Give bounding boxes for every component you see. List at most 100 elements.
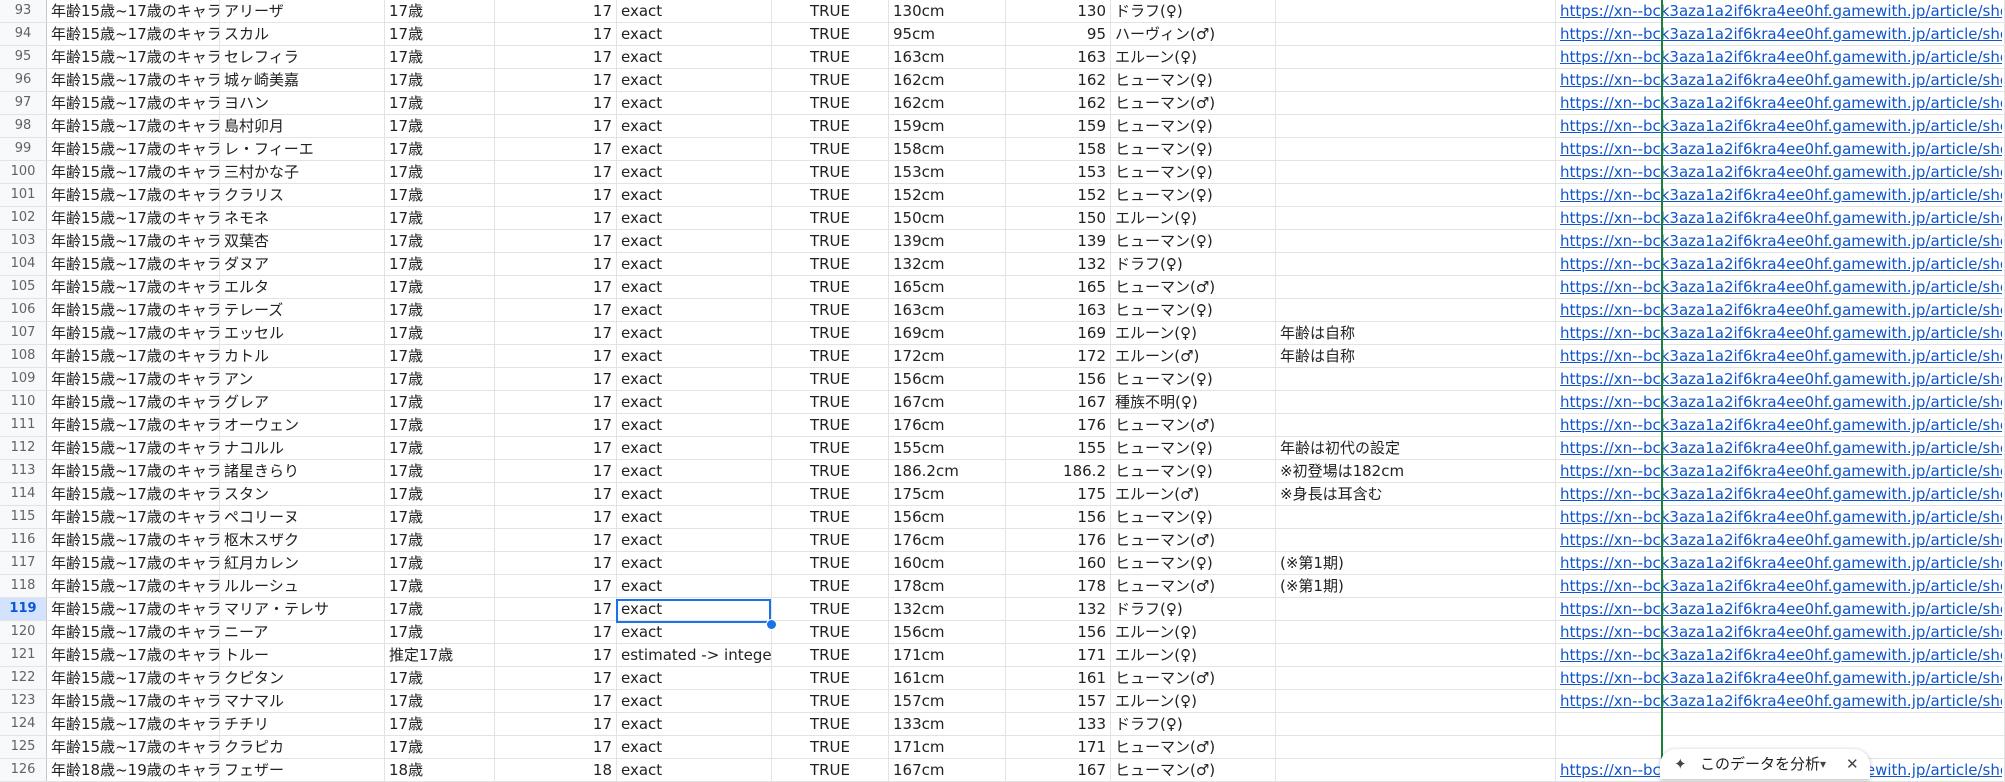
cell-race[interactable]: ヒューマン(♀) [1111, 230, 1276, 252]
cell-age-text[interactable]: 17歳 [385, 138, 495, 160]
cell-height-text[interactable]: 167cm [889, 759, 1006, 781]
cell-source-link[interactable]: https://xn--bck3aza1a2if6kra4ee0hf.gamew… [1556, 345, 2005, 367]
cell-name[interactable]: エッセル [220, 322, 385, 344]
cell-height-text[interactable]: 163cm [889, 46, 1006, 68]
cell-category[interactable]: 年齢15歳~17歳のキャラ [47, 207, 220, 229]
hyperlink[interactable]: https://xn--bck3aza1a2if6kra4ee0hf.gamew… [1560, 529, 2002, 551]
cell-category[interactable]: 年齢15歳~17歳のキャラ [47, 115, 220, 137]
cell-age-precision[interactable]: exact [617, 46, 772, 68]
cell-note[interactable] [1276, 230, 1556, 252]
cell-age-text[interactable]: 17歳 [385, 575, 495, 597]
cell-note[interactable] [1276, 115, 1556, 137]
cell-race[interactable]: エルーン(♂) [1111, 345, 1276, 367]
cell-age-number[interactable]: 17 [495, 253, 617, 275]
row-header[interactable]: 124 [0, 713, 47, 735]
cell-height-number[interactable]: 153 [1006, 161, 1111, 183]
cell-name[interactable]: 枢木スザク [220, 529, 385, 551]
cell-height-number[interactable]: 163 [1006, 299, 1111, 321]
cell-source-link[interactable]: https://xn--bck3aza1a2if6kra4ee0hf.gamew… [1556, 483, 2005, 505]
cell-height-text[interactable]: 176cm [889, 529, 1006, 551]
cell-height-text[interactable]: 150cm [889, 207, 1006, 229]
row-header[interactable]: 104 [0, 253, 47, 275]
cell-flag[interactable]: TRUE [772, 621, 889, 643]
row-header[interactable]: 112 [0, 437, 47, 459]
row-header[interactable]: 99 [0, 138, 47, 160]
cell-name[interactable]: スタン [220, 483, 385, 505]
cell-height-text[interactable]: 167cm [889, 391, 1006, 413]
cell-age-text[interactable]: 17歳 [385, 368, 495, 390]
cell-flag[interactable]: TRUE [772, 0, 889, 22]
hyperlink[interactable]: https://xn--bck3aza1a2if6kra4ee0hf.gamew… [1560, 575, 2002, 597]
cell-height-text[interactable]: 133cm [889, 713, 1006, 735]
cell-height-text[interactable]: 95cm [889, 23, 1006, 45]
cell-source-link[interactable]: https://xn--bck3aza1a2if6kra4ee0hf.gamew… [1556, 598, 2005, 620]
cell-age-precision[interactable]: exact [617, 184, 772, 206]
cell-note[interactable]: (※第1期) [1276, 552, 1556, 574]
cell-age-precision[interactable]: exact [617, 391, 772, 413]
cell-age-text[interactable]: 17歳 [385, 46, 495, 68]
cell-name[interactable]: ルルーシュ [220, 575, 385, 597]
cell-flag[interactable]: TRUE [772, 713, 889, 735]
hyperlink[interactable]: https://xn--bck3aza1a2if6kra4ee0hf.gamew… [1560, 253, 2002, 275]
cell-age-number[interactable]: 17 [495, 345, 617, 367]
cell-age-text[interactable]: 17歳 [385, 253, 495, 275]
cell-height-number[interactable]: 130 [1006, 0, 1111, 22]
cell-source-link[interactable]: https://xn--bck3aza1a2if6kra4ee0hf.gamew… [1556, 460, 2005, 482]
cell-age-text[interactable]: 17歳 [385, 552, 495, 574]
cell-flag[interactable]: TRUE [772, 46, 889, 68]
cell-race[interactable]: ヒューマン(♀) [1111, 115, 1276, 137]
cell-age-text[interactable]: 17歳 [385, 23, 495, 45]
cell-age-precision[interactable]: exact [617, 368, 772, 390]
cell-age-precision[interactable]: exact [617, 299, 772, 321]
cell-race[interactable]: エルーン(♀) [1111, 690, 1276, 712]
cell-flag[interactable]: TRUE [772, 138, 889, 160]
cell-age-text[interactable]: 17歳 [385, 391, 495, 413]
cell-name[interactable]: テレーズ [220, 299, 385, 321]
cell-category[interactable]: 年齢15歳~17歳のキャラ [47, 460, 220, 482]
cell-name[interactable]: チチリ [220, 713, 385, 735]
cell-note[interactable] [1276, 713, 1556, 735]
cell-race[interactable]: エルーン(♀) [1111, 207, 1276, 229]
cell-race[interactable]: ハーヴィン(♂) [1111, 23, 1276, 45]
cell-height-number[interactable]: 161 [1006, 667, 1111, 689]
row-header[interactable]: 93 [0, 0, 47, 22]
cell-race[interactable]: ヒューマン(♂) [1111, 529, 1276, 551]
cell-age-number[interactable]: 17 [495, 713, 617, 735]
cell-flag[interactable]: TRUE [772, 184, 889, 206]
cell-flag[interactable]: TRUE [772, 161, 889, 183]
cell-age-text[interactable]: 17歳 [385, 299, 495, 321]
row-header[interactable]: 108 [0, 345, 47, 367]
cell-height-text[interactable]: 156cm [889, 506, 1006, 528]
cell-source-link[interactable]: https://xn--bck3aza1a2if6kra4ee0hf.gamew… [1556, 0, 2005, 22]
cell-note[interactable]: ※初登場は182cm [1276, 460, 1556, 482]
cell-category[interactable]: 年齢15歳~17歳のキャラ [47, 506, 220, 528]
cell-age-text[interactable]: 17歳 [385, 460, 495, 482]
hyperlink[interactable]: https://xn--bck3aza1a2if6kra4ee0hf.gamew… [1560, 0, 2002, 22]
cell-height-number[interactable]: 162 [1006, 69, 1111, 91]
cell-source-link[interactable]: https://xn--bck3aza1a2if6kra4ee0hf.gamew… [1556, 437, 2005, 459]
row-header[interactable]: 113 [0, 460, 47, 482]
cell-race[interactable]: ヒューマン(♀) [1111, 138, 1276, 160]
cell-age-precision[interactable]: exact [617, 621, 772, 643]
cell-note[interactable] [1276, 529, 1556, 551]
cell-category[interactable]: 年齢15歳~17歳のキャラ [47, 690, 220, 712]
row-header[interactable]: 100 [0, 161, 47, 183]
cell-age-text[interactable]: 17歳 [385, 345, 495, 367]
cell-source-link[interactable]: https://xn--bck3aza1a2if6kra4ee0hf.gamew… [1556, 115, 2005, 137]
cell-height-number[interactable]: 162 [1006, 92, 1111, 114]
hyperlink[interactable]: https://xn--bck3aza1a2if6kra4ee0hf.gamew… [1560, 46, 2002, 68]
cell-height-number[interactable]: 175 [1006, 483, 1111, 505]
row-header[interactable]: 95 [0, 46, 47, 68]
cell-name[interactable]: 三村かな子 [220, 161, 385, 183]
cell-category[interactable]: 年齢15歳~17歳のキャラ [47, 230, 220, 252]
cell-height-text[interactable]: 163cm [889, 299, 1006, 321]
cell-category[interactable]: 年齢15歳~17歳のキャラ [47, 529, 220, 551]
cell-height-text[interactable]: 172cm [889, 345, 1006, 367]
hyperlink[interactable]: https://xn--bck3aza1a2if6kra4ee0hf.gamew… [1560, 207, 2002, 229]
cell-name[interactable]: 島村卯月 [220, 115, 385, 137]
hyperlink[interactable]: https://xn--bck3aza1a2if6kra4ee0hf.gamew… [1560, 69, 2002, 91]
cell-flag[interactable]: TRUE [772, 115, 889, 137]
cell-flag[interactable]: TRUE [772, 667, 889, 689]
cell-height-text[interactable]: 161cm [889, 667, 1006, 689]
cell-height-text[interactable]: 153cm [889, 161, 1006, 183]
